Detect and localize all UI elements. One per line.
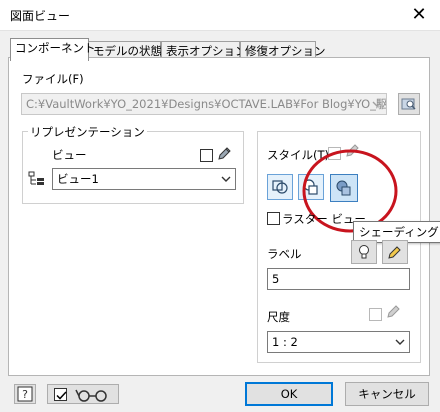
file-path-combo: C:¥VaultWork¥YO_2021¥Designs¥OCTAVE.LAB¥… [21, 93, 387, 115]
hidden-line-style-button[interactable] [267, 174, 293, 200]
window-title: 図面ビュー [10, 9, 71, 23]
view-select[interactable]: ビュー1 [52, 168, 236, 190]
browse-button[interactable] [398, 93, 420, 115]
preview-toggle[interactable] [47, 384, 119, 404]
ok-button[interactable]: OK [245, 382, 333, 406]
svg-text:?: ? [22, 388, 28, 401]
help-button[interactable]: ? [14, 384, 36, 404]
label-visibility-button[interactable] [351, 240, 377, 264]
view-select-value: ビュー1 [57, 172, 99, 186]
scale-pencil-icon[interactable] [385, 304, 401, 320]
hidden-line-icon [272, 180, 288, 194]
scale-label: 尺度 [267, 310, 290, 324]
scale-select-value: 1 : 2 [272, 335, 298, 349]
tab-components[interactable]: コンポーネント [10, 38, 96, 61]
scale-select[interactable]: 1 : 2 [267, 331, 410, 353]
preview-checkbox[interactable] [54, 388, 67, 401]
view-tree-icon [28, 171, 44, 185]
close-icon[interactable]: ✕ [406, 3, 432, 27]
view-label: ビュー [52, 148, 87, 162]
label-label: ラベル [267, 247, 302, 261]
bulb-icon [359, 245, 369, 259]
chevron-down-icon [372, 101, 382, 107]
raster-view-checkbox[interactable] [267, 212, 280, 225]
help-icon: ? [17, 386, 33, 402]
file-path-text: C:¥VaultWork¥YO_2021¥Designs¥OCTAVE.LAB¥… [26, 97, 387, 111]
glasses-icon [75, 389, 107, 402]
chevron-down-icon [395, 339, 405, 345]
label-input-value: 5 [272, 272, 280, 286]
representation-group-label: リプレゼンテーション [28, 124, 147, 140]
pencil-icon[interactable] [216, 146, 232, 162]
label-input[interactable]: 5 [267, 268, 410, 290]
cancel-button[interactable]: キャンセル [345, 382, 429, 406]
pencil-bulb-icon [388, 246, 401, 259]
label-edit-button[interactable] [382, 240, 408, 264]
file-label: ファイル(F) [22, 72, 84, 86]
browse-folder-icon [401, 98, 416, 110]
view-checkbox[interactable] [200, 149, 213, 162]
check-icon [56, 391, 67, 400]
scale-checkbox[interactable] [369, 308, 382, 321]
chevron-down-icon [221, 176, 231, 182]
